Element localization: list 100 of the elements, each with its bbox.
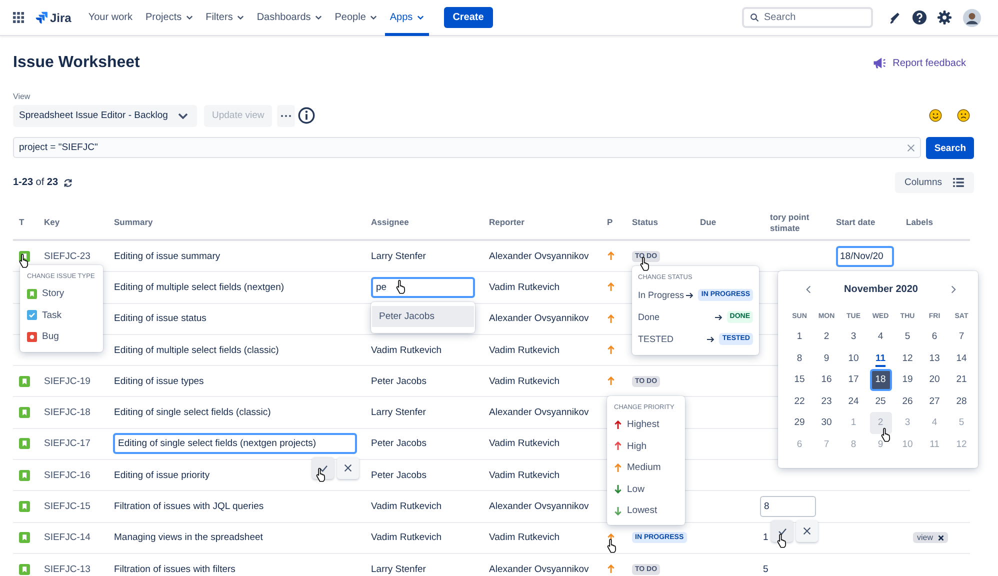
summary-text: Editing of multiple select fields (classic) [114, 344, 279, 356]
next-month-icon[interactable] [951, 284, 956, 294]
calendar-day[interactable]: 28 [950, 390, 972, 412]
create-button[interactable]: Create [444, 7, 493, 28]
brand-name[interactable]: Jira [50, 10, 72, 24]
field-label: View [13, 92, 32, 101]
column-header: Status [632, 217, 658, 228]
calendar-day[interactable]: 9 [816, 348, 838, 370]
calendar-day[interactable]: 7 [950, 326, 972, 348]
app-switcher-icon[interactable] [13, 12, 24, 23]
calendar-day[interactable]: 18 [870, 369, 892, 391]
calendar-day[interactable]: 6 [924, 326, 946, 348]
query-field[interactable]: project = "SIEFJC" [13, 137, 922, 158]
priority-option[interactable]: Medium [627, 462, 661, 474]
issue-type-option[interactable]: Story [42, 288, 64, 300]
settings-icon[interactable] [937, 10, 952, 25]
calendar-day[interactable]: 19 [896, 369, 918, 391]
page-title: Issue Worksheet [13, 54, 140, 72]
calendar-day[interactable]: 4 [870, 326, 892, 348]
calendar-day[interactable]: 2 [816, 326, 838, 348]
frown-icon[interactable] [957, 109, 970, 122]
calendar-day[interactable]: 22 [788, 390, 810, 412]
summary-text: Editing of single select fields (classic) [114, 407, 271, 418]
reporter-name: Vadim Rutkevich [489, 438, 560, 450]
calendar-day[interactable]: 27 [924, 390, 946, 412]
help-icon[interactable] [912, 10, 927, 25]
issue-type-option[interactable]: Task [42, 310, 62, 321]
calendar-day[interactable]: 10 [842, 348, 864, 370]
clear-icon[interactable] [907, 144, 916, 152]
assignee-name: Peter Jacobs [371, 376, 426, 387]
logo-icon[interactable] [35, 11, 48, 24]
calendar-day[interactable]: 26 [896, 390, 918, 412]
priority-option[interactable]: Low [627, 484, 644, 495]
avatar-icon[interactable] [963, 8, 981, 26]
nav-menu[interactable]: People [330, 0, 382, 36]
issue-type-option[interactable]: Bug [42, 331, 59, 342]
calendar-day[interactable]: 3 [842, 326, 864, 348]
column-header: Reporter [489, 217, 524, 228]
summary-text: Editing of issue status [114, 313, 206, 324]
nav-menu[interactable]: Your work [83, 0, 138, 36]
priority-option[interactable]: Highest [627, 419, 660, 430]
report-feedback-link[interactable]: Report feedback [872, 56, 966, 70]
calendar-day[interactable]: 23 [816, 390, 838, 412]
search-field[interactable]: Search [742, 7, 873, 28]
issue-key: SIEFJC-19 [44, 376, 90, 387]
nav-menu[interactable]: Projects [140, 0, 198, 36]
hand-cursor-icon [316, 467, 327, 482]
nav-menu[interactable]: Apps [384, 0, 429, 36]
cancel-button[interactable] [796, 520, 818, 542]
transition-name[interactable]: TESTED [638, 334, 706, 344]
reporter-name: Alexander Ovsyannikov [489, 564, 589, 575]
cell-input[interactable]: 8 [760, 496, 816, 518]
cancel-button[interactable] [337, 457, 359, 480]
calendar-day[interactable]: 14 [950, 348, 972, 370]
calendar-day[interactable]: 29 [788, 412, 810, 434]
nav-menu[interactable]: Filters [200, 0, 249, 36]
issue-key: SIEFJC-18 [44, 407, 90, 418]
hand-cursor-icon [881, 427, 892, 442]
calendar-day[interactable]: 1 [788, 326, 810, 348]
calendar-day[interactable]: 21 [950, 369, 972, 391]
megaphone-icon [872, 56, 886, 70]
more-button[interactable] [277, 104, 296, 126]
nav-menu[interactable]: Dashboards [252, 0, 327, 36]
calendar-day[interactable]: 20 [924, 369, 946, 391]
assignee-name: Peter Jacobs [371, 470, 426, 481]
smiley-icon[interactable] [929, 109, 942, 122]
view-dropdown[interactable]: Spreadsheet Issue Editor - Backlog [13, 104, 197, 126]
calendar-day[interactable]: 8 [788, 348, 810, 370]
cell-input[interactable]: pe [371, 276, 475, 298]
previous-month-icon[interactable] [806, 284, 811, 294]
suggestion-option[interactable]: Peter Jacobs [372, 306, 474, 327]
calendar-day[interactable]: 5 [896, 326, 918, 348]
column-header: Start date [836, 217, 876, 228]
info-icon[interactable] [298, 107, 316, 124]
remove-icon[interactable] [938, 534, 944, 541]
calendar-day[interactable]: 16 [816, 369, 838, 391]
transition-name[interactable]: Done [638, 312, 713, 322]
refresh-icon[interactable] [63, 178, 74, 188]
priority-option[interactable]: High [627, 440, 647, 452]
calendar-day[interactable]: 15 [788, 369, 810, 391]
issue-key: SIEFJC-14 [44, 532, 90, 544]
transition-name[interactable]: In Progress [638, 290, 684, 300]
calendar-day[interactable]: 12 [896, 348, 918, 370]
priority-option[interactable]: Lowest [627, 505, 658, 516]
calendar-day[interactable]: 25 [870, 390, 892, 412]
cell-input[interactable]: 18/Nov/20 [836, 246, 894, 267]
list-icon [953, 178, 964, 187]
calendar-day[interactable]: 24 [842, 390, 864, 412]
calendar-day[interactable]: 11 [870, 348, 892, 370]
issue-key: SIEFJC-15 [44, 501, 90, 512]
calendar-day[interactable]: 17 [842, 369, 864, 391]
columns-button[interactable]: Columns [894, 172, 974, 193]
column-header: Summary [114, 217, 153, 228]
calendar-day[interactable]: 30 [816, 412, 838, 434]
search-button[interactable]: Search [926, 137, 974, 159]
column-header: T [19, 217, 24, 228]
arrow-right-icon [714, 314, 723, 320]
calendar-day[interactable]: 13 [924, 348, 946, 370]
cell-input[interactable]: Editing of single select fields (nextgen projects) [113, 433, 357, 454]
column-header: Assignee [371, 217, 409, 228]
